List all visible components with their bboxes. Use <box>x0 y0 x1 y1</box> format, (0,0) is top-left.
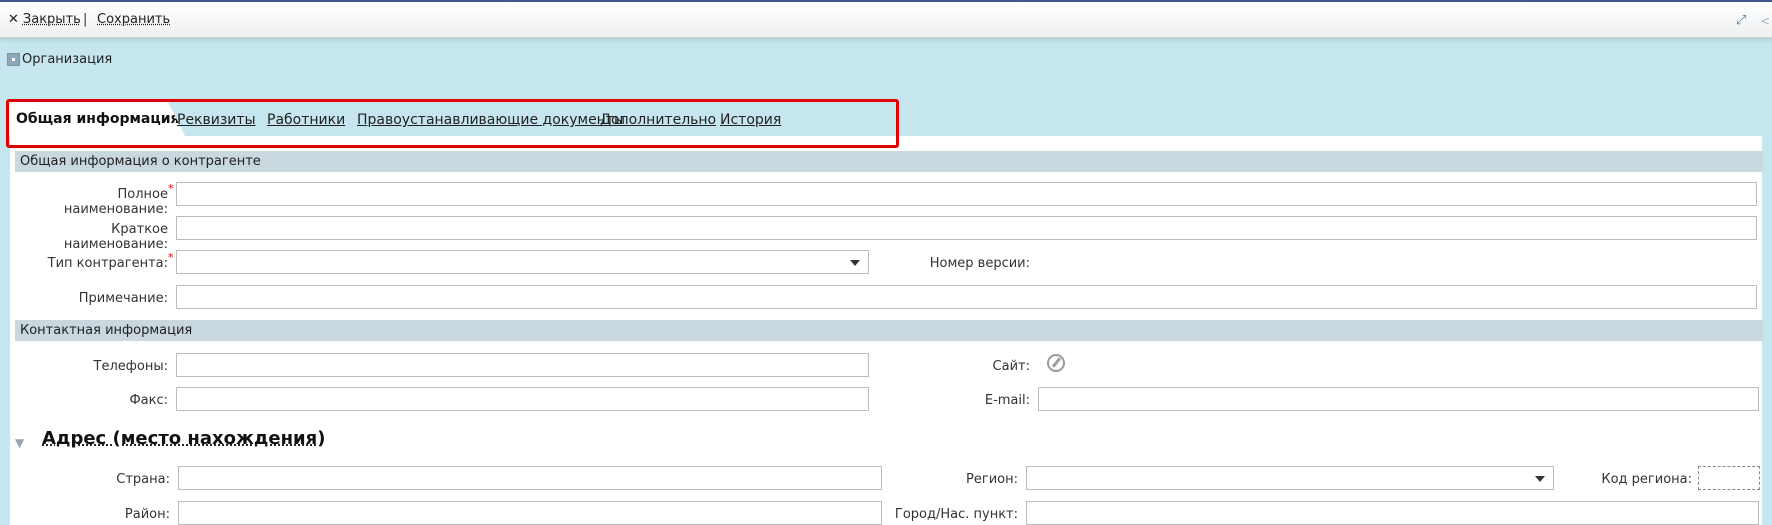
save-label: Сохранить <box>97 12 171 27</box>
tab-history[interactable]: История <box>720 112 781 128</box>
toolbar-separator: | <box>83 12 88 27</box>
chevron-down-icon <box>850 260 860 266</box>
section-contact-info: Контактная информация <box>15 320 1763 341</box>
email-field[interactable] <box>1038 387 1759 411</box>
organization-icon <box>7 53 20 66</box>
fax-field[interactable] <box>176 387 869 411</box>
district-label: Район: <box>124 507 170 522</box>
tab-employees[interactable]: Работники <box>267 112 345 128</box>
site-label: Сайт: <box>992 359 1030 374</box>
country-label: Страна: <box>116 472 170 487</box>
short-name-label: Краткое наименование: <box>63 222 168 252</box>
required-mark: * <box>168 251 174 264</box>
chevron-down-icon <box>1535 476 1545 482</box>
region-code-label: Код региона: <box>1601 472 1692 487</box>
close-icon: ✕ <box>8 12 19 27</box>
full-name-field[interactable] <box>176 182 1757 206</box>
tab-bar: Общая информация Реквизиты Работники Пра… <box>8 102 898 136</box>
region-label: Регион: <box>966 472 1018 487</box>
tab-additional[interactable]: Дополнительно <box>600 112 716 128</box>
breadcrumb-label: Организация <box>22 52 113 67</box>
note-label: Примечание: <box>78 291 168 306</box>
tab-general-info[interactable]: Общая информация <box>8 102 185 136</box>
edit-site-icon[interactable] <box>1047 354 1065 372</box>
note-field[interactable] <box>176 285 1757 309</box>
required-mark: * <box>168 182 174 195</box>
city-field[interactable] <box>1026 501 1759 525</box>
collapse-icon[interactable]: ▼ <box>15 436 24 450</box>
toolbar: ✕ Закрыть | Сохранить ⤢ < <box>0 0 1772 38</box>
section-general-info: Общая информация о контрагенте <box>15 151 1763 172</box>
region-code-field[interactable] <box>1698 466 1760 490</box>
close-button[interactable]: ✕ Закрыть <box>8 12 81 27</box>
email-label: E-mail: <box>984 393 1030 408</box>
short-name-field[interactable] <box>176 216 1757 240</box>
save-button[interactable]: Сохранить <box>97 12 170 27</box>
country-field[interactable] <box>178 466 882 490</box>
district-field[interactable] <box>178 501 882 525</box>
phones-field[interactable] <box>176 353 869 377</box>
region-select[interactable] <box>1026 466 1554 490</box>
breadcrumb: Организация <box>7 52 112 67</box>
fax-label: Факс: <box>129 393 168 408</box>
counterparty-type-label: Тип контрагента: * <box>47 251 174 271</box>
full-name-label: Полное наименование: * <box>63 182 174 217</box>
tab-requisites[interactable]: Реквизиты <box>177 112 256 128</box>
version-number-label: Номер версии: <box>929 256 1030 271</box>
tab-label: Общая информация <box>16 111 180 127</box>
city-label: Город/Нас. пункт: <box>894 507 1018 522</box>
close-label: Закрыть <box>22 12 81 27</box>
chevron-left-icon[interactable]: < <box>1760 14 1770 28</box>
address-section-title[interactable]: Адрес (место нахождения) <box>42 428 325 449</box>
expand-icon[interactable]: ⤢ <box>1736 14 1750 28</box>
phones-label: Телефоны: <box>93 359 168 374</box>
tab-legal-documents[interactable]: Правоустанавливающие документы <box>357 112 625 128</box>
counterparty-type-select[interactable] <box>176 250 869 274</box>
